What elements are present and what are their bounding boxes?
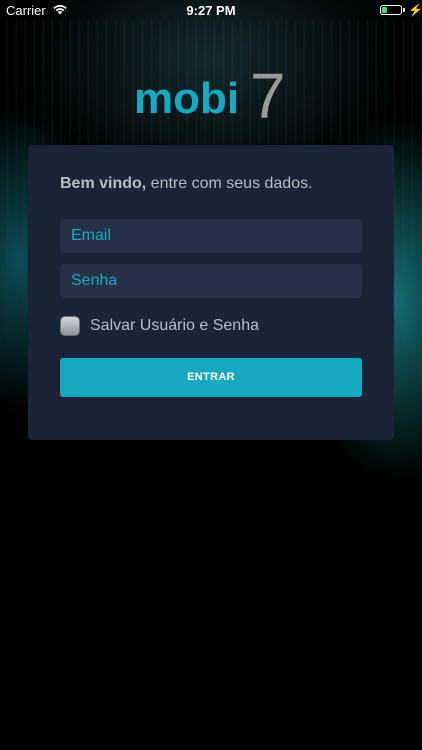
login-card: Bem vindo, entre com seus dados. Salvar … [28, 145, 394, 440]
submit-button[interactable]: ENTRAR [60, 358, 362, 397]
status-time: 9:27 PM [186, 3, 236, 18]
logo-text: mobi [134, 74, 239, 123]
battery-tip [403, 8, 405, 12]
battery-fill [382, 7, 387, 13]
email-field[interactable] [60, 219, 362, 253]
remember-label[interactable]: Salvar Usuário e Senha [90, 317, 259, 335]
welcome-bold: Bem vindo, [60, 175, 147, 192]
welcome-rest: entre com seus dados. [146, 175, 313, 192]
battery-icon [380, 5, 402, 15]
charging-bolt-icon: ⚡ [408, 3, 422, 17]
logo-number: 7 [250, 60, 286, 124]
password-field[interactable] [60, 264, 362, 298]
welcome-text: Bem vindo, entre com seus dados. [60, 175, 313, 193]
mobi7-logo: mobi 7 [134, 60, 286, 124]
remember-checkbox[interactable] [60, 316, 80, 336]
status-bar: Carrier 9:27 PM ⚡ [0, 0, 422, 22]
